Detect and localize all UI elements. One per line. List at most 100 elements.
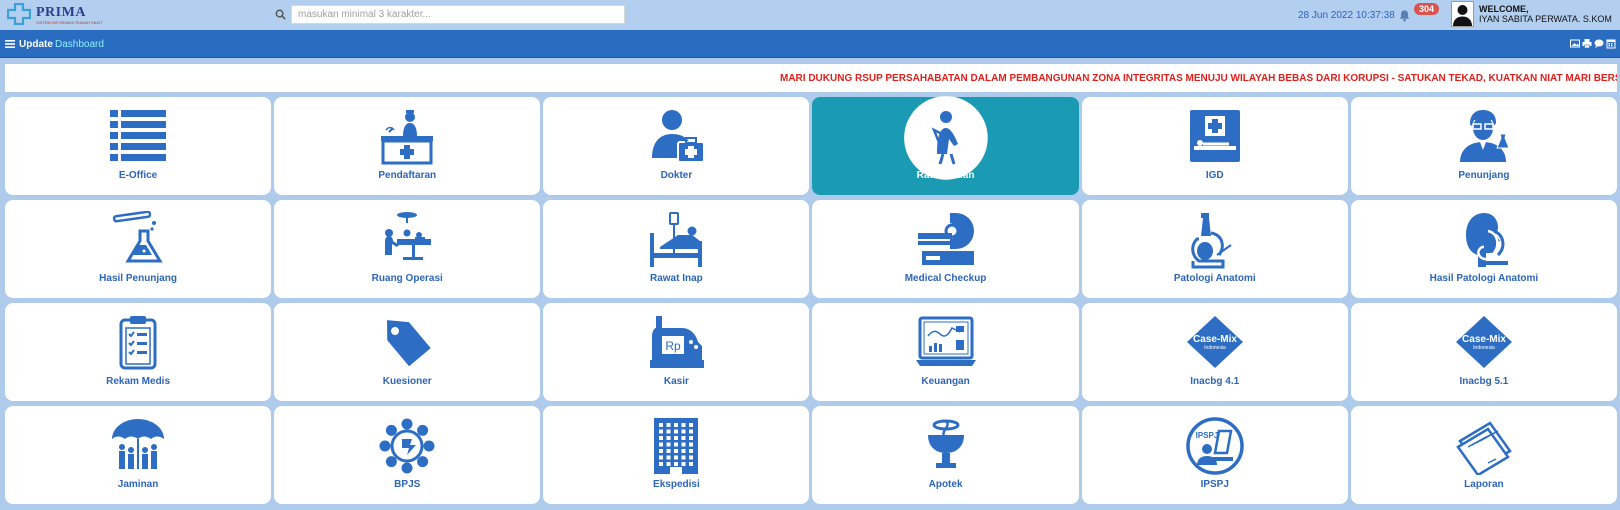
menu-tile-label: Inacbg 5.1 xyxy=(1459,376,1509,387)
search-icon xyxy=(275,9,286,20)
avatar[interactable] xyxy=(1451,1,1474,27)
operating-room-icon xyxy=(377,211,437,269)
emergency-icon xyxy=(1185,108,1245,166)
menu-tile-hasil-penunjang[interactable]: Hasil Penunjang xyxy=(5,200,272,298)
menu-tile-label: BPJS xyxy=(394,479,421,490)
chat-icon[interactable] xyxy=(1594,38,1604,49)
menu-tile-label: E-Office xyxy=(118,170,158,181)
logo-subtext: SISTEM INFORMASI RUMAH SAKIT xyxy=(36,20,103,25)
svg-text:Rp: Rp xyxy=(666,339,682,353)
menu-tile-e-office[interactable]: E-Office xyxy=(5,97,272,195)
lab-flask-icon xyxy=(108,211,168,269)
menu-tile-bpjs[interactable]: BPJS xyxy=(274,406,541,504)
menu-tile-label: Pendaftaran xyxy=(378,170,437,181)
menu-tile-label: IPSPJ xyxy=(1200,479,1229,490)
menu-tile-dokter[interactable]: Dokter xyxy=(543,97,810,195)
casemix-icon: Case-Mix Indonesia xyxy=(1454,314,1514,372)
menu-tile-label: Medical Checkup xyxy=(904,273,987,284)
hamburger-menu-icon[interactable] xyxy=(5,40,15,48)
menu-tile-label: Ekspedisi xyxy=(653,479,700,490)
menu-tile-label: Hasil Patologi Anatomi xyxy=(1429,273,1539,284)
menu-tile-label: Penunjang xyxy=(1458,170,1510,181)
menu-tile-jaminan[interactable]: Jaminan xyxy=(5,406,272,504)
menu-tile-label: Rekam Medis xyxy=(106,376,171,387)
logo-text: PRIMA xyxy=(36,5,86,20)
menu-tile-label: IGD xyxy=(1205,170,1224,181)
menu-tile-label: Dokter xyxy=(660,170,693,181)
head-microscope-icon xyxy=(1454,211,1514,269)
menu-tile-ekspedisi[interactable]: Ekspedisi xyxy=(543,406,810,504)
menu-tile-inacbg-4-1[interactable]: Case-Mix Indonesia Inacbg 4.1 xyxy=(1081,303,1348,401)
documents-icon xyxy=(1454,417,1514,475)
laptop-chart-icon xyxy=(915,314,976,372)
menu-tile-ruang-operasi[interactable]: Ruang Operasi xyxy=(274,200,541,298)
menu-tile-label: Ruang Operasi xyxy=(371,273,443,284)
welcome-block: WELCOME, IYAN SABITA PERWATA. S.KOM xyxy=(1479,4,1612,24)
menu-tile-pendaftaran[interactable]: Pendaftaran xyxy=(274,97,541,195)
menu-tile-rawat-jalan[interactable]: Rawat Jalan xyxy=(812,96,1079,195)
menu-tile-penunjang[interactable]: Penunjang xyxy=(1350,97,1617,195)
search-input[interactable] xyxy=(291,5,625,24)
menu-tile-laporan[interactable]: Laporan xyxy=(1350,406,1617,504)
top-header: PRIMA SISTEM INFORMASI RUMAH SAKIT 28 Ju… xyxy=(0,0,1620,30)
menu-tile-keuangan[interactable]: Keuangan xyxy=(812,303,1079,401)
tag-icon xyxy=(377,314,437,372)
prima-logo[interactable]: PRIMA SISTEM INFORMASI RUMAH SAKIT xyxy=(7,3,103,27)
menu-tile-label: Patologi Anatomi xyxy=(1173,273,1256,284)
umbrella-family-icon xyxy=(108,417,168,475)
menu-tile-label: Apotek xyxy=(928,479,963,490)
icon-badge-text: Case-Mix xyxy=(1193,334,1237,345)
outpatient-icon xyxy=(903,96,988,180)
menu-tile-hasil-patologi-anatomi[interactable]: Hasil Patologi Anatomi xyxy=(1350,200,1617,298)
user-silhouette-icon xyxy=(1453,5,1472,26)
icon-badge-text: Case-Mix xyxy=(1462,334,1506,345)
bell-icon[interactable] xyxy=(1398,9,1411,22)
cash-register-icon: Rp xyxy=(646,314,706,372)
icon-badge-subtext: Indonesia xyxy=(1473,345,1495,351)
doctor-icon xyxy=(646,108,706,166)
toolbar: Update Dashboard xyxy=(0,30,1620,58)
list-icon xyxy=(108,108,168,166)
menu-tile-label: Laporan xyxy=(1464,479,1504,490)
menu-tile-igd[interactable]: IGD xyxy=(1081,97,1348,195)
menu-tile-rekam-medis[interactable]: Rekam Medis xyxy=(5,303,272,401)
casemix-icon: Case-Mix Indonesia xyxy=(1185,314,1245,372)
image-icon[interactable] xyxy=(1570,38,1580,49)
welcome-label: WELCOME, xyxy=(1479,4,1529,14)
microscope-icon xyxy=(1185,211,1245,269)
announcement-marquee: MARI DUKUNG RSUP PERSAHABATAN DALAM PEMB… xyxy=(5,64,1617,92)
menu-tile-apotek[interactable]: Apotek xyxy=(812,406,1079,504)
pharmacy-icon xyxy=(916,417,976,475)
print-icon[interactable] xyxy=(1582,38,1592,49)
scientist-icon xyxy=(1454,108,1514,166)
mri-scanner-icon xyxy=(916,211,976,269)
menu-tile-label: Hasil Penunjang xyxy=(99,273,177,284)
current-datetime: 28 Jun 2022 10:37:38 xyxy=(1298,10,1395,21)
menu-tile-label: Kuesioner xyxy=(382,376,432,387)
notification-badge[interactable]: 304 xyxy=(1414,3,1440,15)
update-link[interactable]: Update xyxy=(19,39,53,50)
bpjs-icon xyxy=(377,417,437,475)
menu-tile-label: Rawat Jalan xyxy=(916,170,975,181)
dashboard-link[interactable]: Dashboard xyxy=(55,39,104,50)
toolbar-icons xyxy=(1570,38,1616,50)
icon-badge-text: IPSPJ xyxy=(1195,431,1218,440)
calendar-icon[interactable] xyxy=(1606,38,1616,49)
menu-tile-kasir[interactable]: Rp Kasir xyxy=(543,303,810,401)
menu-tile-rawat-inap[interactable]: Rawat Inap xyxy=(543,200,810,298)
clipboard-icon xyxy=(108,314,168,372)
menu-tile-label: Rawat Inap xyxy=(650,273,703,284)
menu-tile-label: Inacbg 4.1 xyxy=(1190,376,1240,387)
menu-grid: E-Office Pendaftaran Dokter Rawat Jalan … xyxy=(5,96,1617,510)
user-name: IYAN SABITA PERWATA. S.KOM xyxy=(1479,14,1612,24)
hospital-bed-icon xyxy=(646,211,706,269)
menu-tile-label: Kasir xyxy=(663,376,689,387)
menu-tile-medical-checkup[interactable]: Medical Checkup xyxy=(812,200,1079,298)
marquee-text: MARI DUKUNG RSUP PERSAHABATAN DALAM PEMB… xyxy=(780,73,1617,84)
registration-desk-icon xyxy=(377,108,437,166)
menu-tile-ipspj[interactable]: IPSPJ IPSPJ xyxy=(1081,406,1348,504)
menu-tile-kuesioner[interactable]: Kuesioner xyxy=(274,303,541,401)
menu-tile-patologi-anatomi[interactable]: Patologi Anatomi xyxy=(1081,200,1348,298)
menu-tile-inacbg-5-1[interactable]: Case-Mix Indonesia Inacbg 5.1 xyxy=(1350,303,1617,401)
logo-cross-icon xyxy=(7,3,31,25)
